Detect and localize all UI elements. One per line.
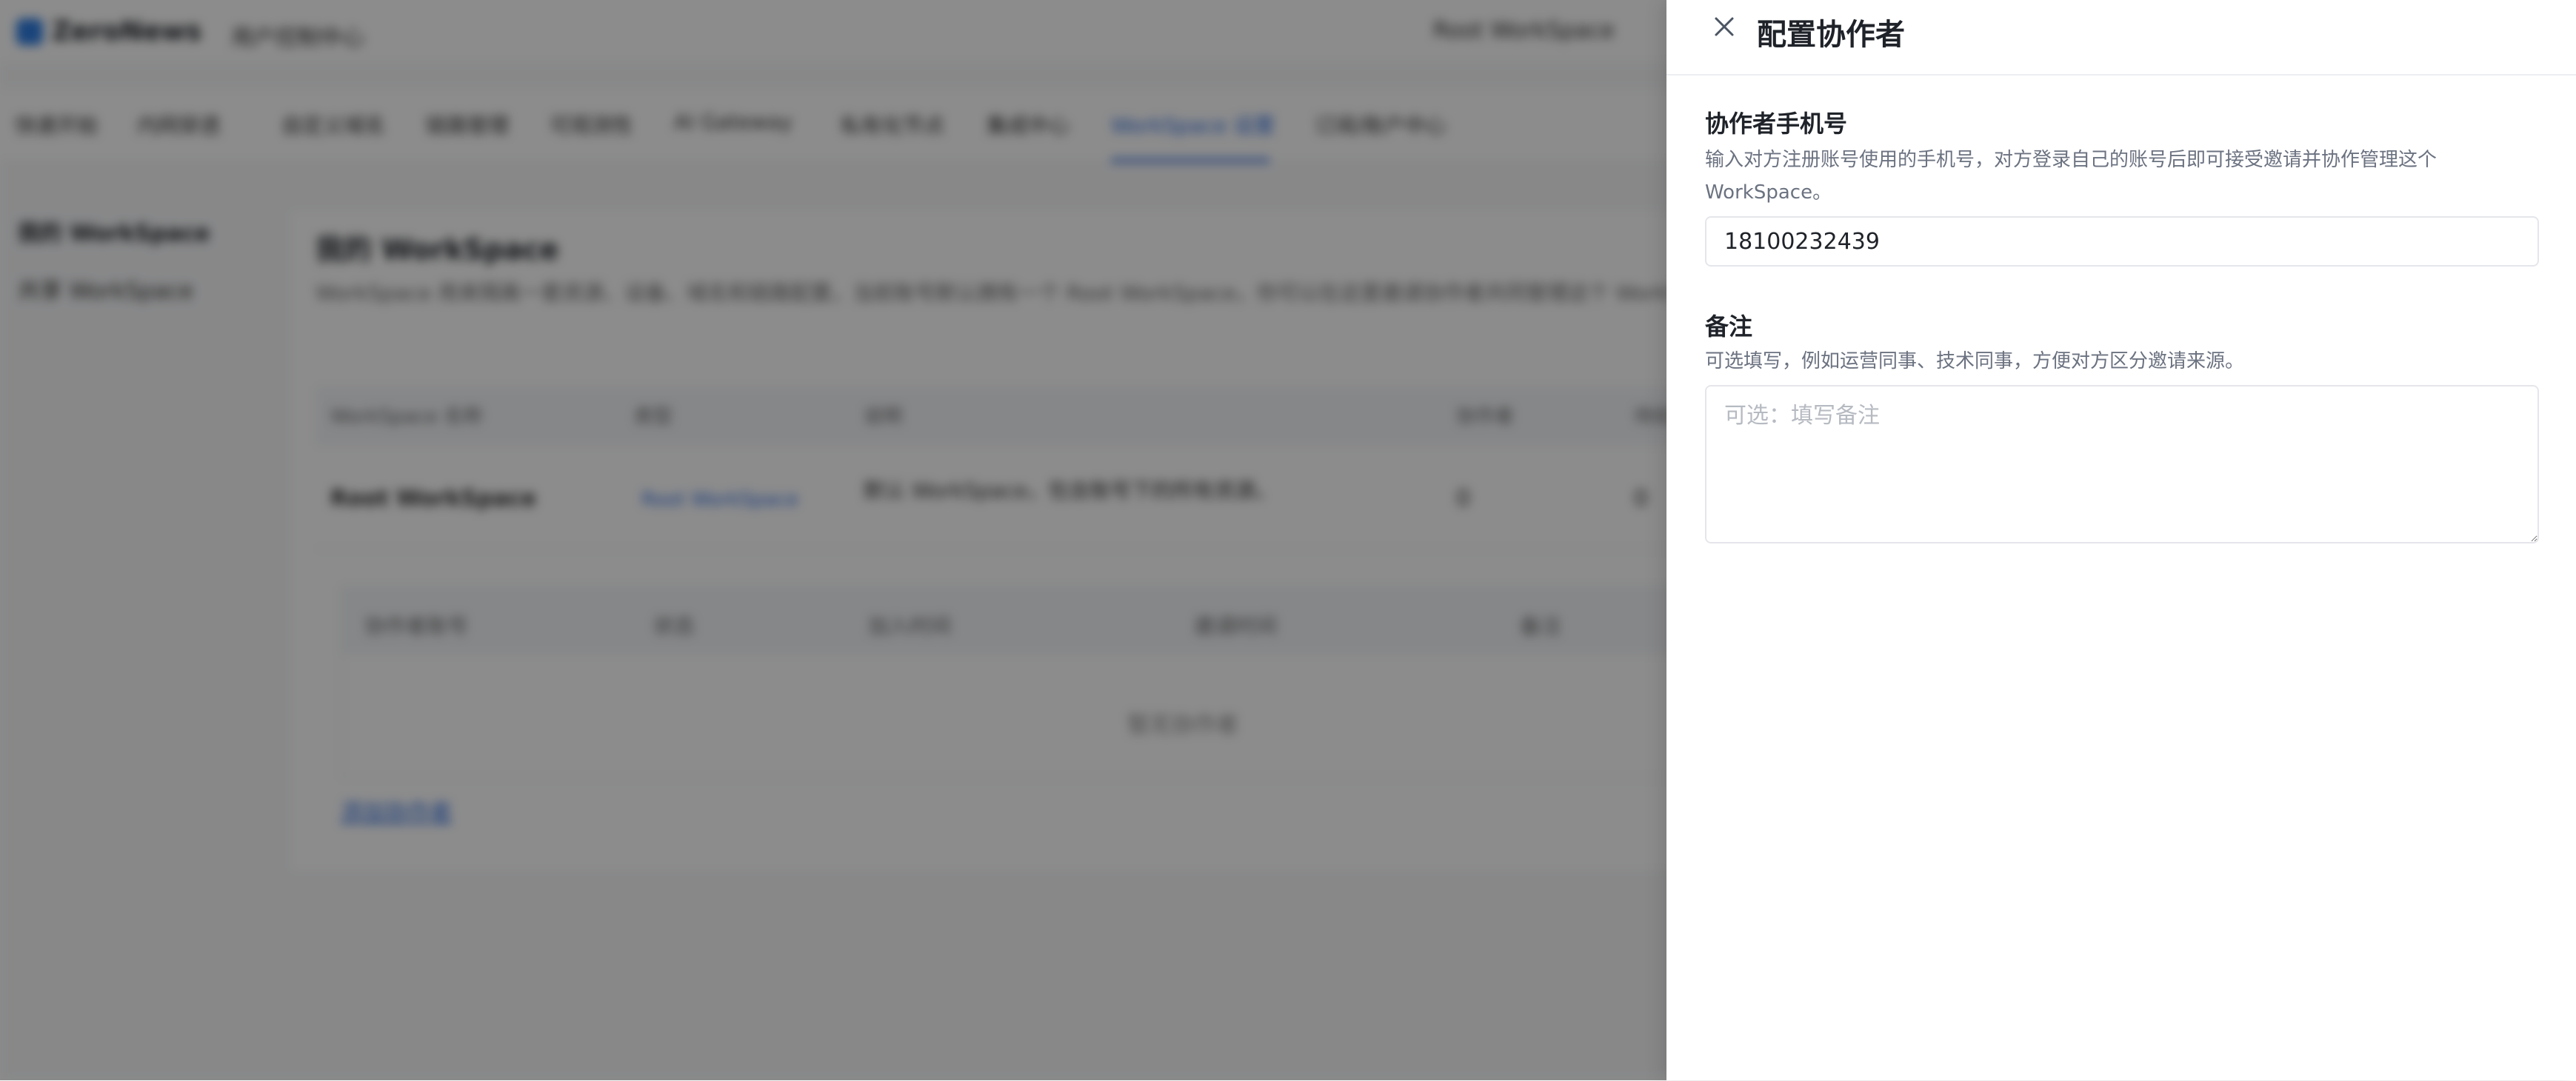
configure-collaborator-drawer: 配置协作者 协作者手机号 输入对方注册账号使用的手机号，对方登录自己的账号后即可… bbox=[1666, 0, 2576, 1080]
note-textarea[interactable] bbox=[1705, 385, 2539, 543]
drawer-header: 配置协作者 bbox=[1666, 0, 2576, 76]
drawer-mask[interactable] bbox=[0, 0, 1666, 1080]
drawer-title: 配置协作者 bbox=[1757, 18, 1905, 52]
phone-field-label: 协作者手机号 bbox=[1705, 110, 1848, 138]
phone-input[interactable] bbox=[1705, 216, 2539, 267]
close-icon bbox=[1715, 17, 1734, 36]
note-field-hint: 可选填写，例如运营同事、技术同事，方便对方区分邀请来源。 bbox=[1705, 350, 2245, 372]
note-field-label: 备注 bbox=[1705, 312, 1753, 341]
close-button[interactable] bbox=[1706, 9, 1742, 44]
phone-field-hint: 输入对方注册账号使用的手机号，对方登录自己的账号后即可接受邀请并协作管理这个 W… bbox=[1705, 149, 2437, 204]
